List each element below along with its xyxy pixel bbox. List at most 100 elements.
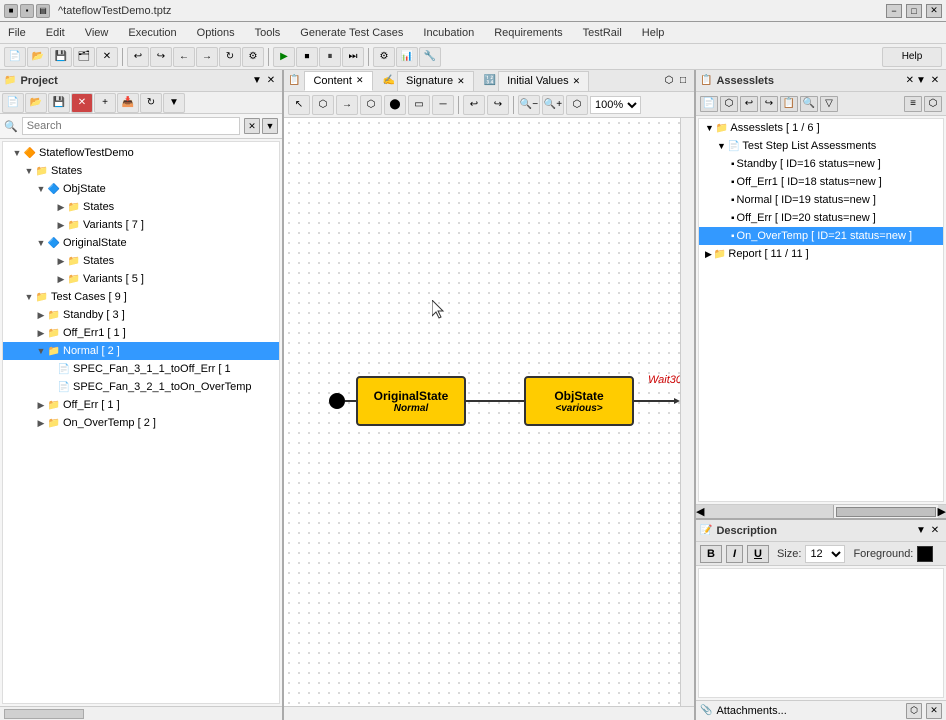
canvas-line[interactable]: ─: [432, 95, 454, 115]
back-button[interactable]: ←: [173, 47, 195, 67]
toggle-states2[interactable]: ▶: [55, 201, 67, 213]
menu-execution[interactable]: Execution: [124, 25, 180, 41]
tree-item-originalstate[interactable]: ▼ 🔷 OriginalState: [3, 234, 279, 252]
tree-item-on-overtemp[interactable]: ▶ 📁 On_OverTemp [ 2 ]: [3, 414, 279, 432]
menu-help[interactable]: Help: [638, 25, 669, 41]
foreground-color-box[interactable]: [917, 546, 933, 562]
tree-item-standby[interactable]: ▶ 📁 Standby [ 3 ]: [3, 306, 279, 324]
rp-btn-6[interactable]: 🔍: [800, 96, 818, 112]
save-button[interactable]: 💾: [50, 47, 72, 67]
toggle-variants1[interactable]: ▶: [55, 219, 67, 231]
search-options[interactable]: ▼: [262, 118, 278, 134]
font-size-select[interactable]: 12 8 10 14 16: [805, 545, 845, 563]
tab-signature[interactable]: Signature ✕: [397, 71, 474, 91]
menu-file[interactable]: File: [4, 25, 30, 41]
tree-item-states3[interactable]: ▶ 📁 States: [3, 252, 279, 270]
lp-import[interactable]: 📥: [117, 93, 139, 113]
hscroll-thumb[interactable]: [4, 709, 84, 719]
menu-requirements[interactable]: Requirements: [490, 25, 566, 41]
tree-item-variants1[interactable]: ▶ 📁 Variants [ 7 ]: [3, 216, 279, 234]
canvas-link[interactable]: ⬡: [360, 95, 382, 115]
left-panel-hscroll[interactable]: [0, 706, 282, 720]
toggle-teststep[interactable]: ▼: [717, 141, 726, 151]
canvas-copy[interactable]: ⬡: [312, 95, 334, 115]
center-float-btn[interactable]: □: [676, 74, 690, 88]
new-button[interactable]: 📄: [4, 47, 26, 67]
assesslets-menu[interactable]: ▼: [914, 74, 928, 88]
tree-item-spec2[interactable]: 📄 SPEC_Fan_3_2_1_toOn_OverTemp: [3, 378, 279, 396]
rp-btn-filter[interactable]: ▽: [820, 96, 838, 112]
canvas-rect[interactable]: ▭: [408, 95, 430, 115]
tree-item-root[interactable]: ▼ 🔶 StateflowTestDemo: [3, 144, 279, 162]
redo-button[interactable]: ↪: [150, 47, 172, 67]
toggle-root[interactable]: ▼: [11, 147, 23, 159]
lp-open[interactable]: 📂: [25, 93, 47, 113]
forward-button[interactable]: →: [196, 47, 218, 67]
assesslets-hscroll-left[interactable]: ◀: [696, 505, 834, 518]
assesslets-hscroll-thumb[interactable]: [836, 507, 936, 517]
save-all-button[interactable]: 🗂: [73, 47, 95, 67]
center-expand-btn[interactable]: ⬡: [662, 74, 676, 88]
stop-button[interactable]: ⏹: [296, 47, 318, 67]
toggle-off-err1[interactable]: ▶: [35, 327, 47, 339]
menu-testrail[interactable]: TestRail: [579, 25, 626, 41]
rp-btn-3[interactable]: ↩: [740, 96, 758, 112]
rp-btn-2[interactable]: ⬡: [720, 96, 738, 112]
tree-item-states[interactable]: ▼ 📁 States: [3, 162, 279, 180]
rp-btn-4[interactable]: ↪: [760, 96, 778, 112]
project-panel-menu[interactable]: ▼: [250, 74, 264, 88]
tab-content-close[interactable]: ✕: [356, 75, 364, 86]
canvas-zoom-in[interactable]: 🔍+: [542, 95, 564, 115]
step-button[interactable]: ⏭: [342, 47, 364, 67]
extra-btn-2[interactable]: 📊: [396, 47, 418, 67]
tree-item-testcases[interactable]: ▼ 📁 Test Cases [ 9 ]: [3, 288, 279, 306]
toggle-variants2[interactable]: ▶: [55, 273, 67, 285]
tree-item-objstate[interactable]: ▼ 🔷 ObjState: [3, 180, 279, 198]
rp-btn-more[interactable]: ≡: [904, 96, 922, 112]
menu-generate[interactable]: Generate Test Cases: [296, 25, 407, 41]
toggle-off-err[interactable]: ▶: [35, 399, 47, 411]
toggle-normal[interactable]: ▼: [35, 345, 47, 357]
help-button[interactable]: Help: [882, 47, 942, 67]
assesslets-close[interactable]: ✕: [928, 74, 942, 88]
lp-delete[interactable]: ✕: [71, 93, 93, 113]
tree-item-off-err1[interactable]: ▶ 📁 Off_Err1 [ 1 ]: [3, 324, 279, 342]
assesslets-item-on-overtemp-a[interactable]: ▪ On_OverTemp [ ID=21 status=new ]: [699, 227, 943, 245]
close-file-button[interactable]: ✕: [96, 47, 118, 67]
attachments-close[interactable]: ✕: [926, 703, 942, 719]
toggle-standby[interactable]: ▶: [35, 309, 47, 321]
tree-item-off-err[interactable]: ▶ 📁 Off_Err [ 1 ]: [3, 396, 279, 414]
assesslets-hscroll[interactable]: ◀ ▶: [696, 504, 946, 518]
toggle-testcases[interactable]: ▼: [23, 291, 35, 303]
assesslets-hscroll-right[interactable]: ▶: [938, 505, 946, 518]
description-menu[interactable]: ▼: [914, 524, 928, 538]
rp-btn-5[interactable]: 📋: [780, 96, 798, 112]
rp-btn-expand[interactable]: ⬡: [924, 96, 942, 112]
maximize-button[interactable]: □: [906, 4, 922, 18]
canvas-hscroll[interactable]: [284, 706, 694, 720]
search-clear[interactable]: ✕: [244, 118, 260, 134]
close-button[interactable]: ✕: [926, 4, 942, 18]
undo-button[interactable]: ↩: [127, 47, 149, 67]
project-panel-close[interactable]: ✕: [264, 74, 278, 88]
lp-add[interactable]: +: [94, 93, 116, 113]
tree-item-normal[interactable]: ▼ 📁 Normal [ 2 ]: [3, 342, 279, 360]
bold-button[interactable]: B: [700, 545, 722, 563]
canvas-redo[interactable]: ↪: [487, 95, 509, 115]
extra-btn-1[interactable]: ⚙: [373, 47, 395, 67]
minimize-button[interactable]: −: [886, 4, 902, 18]
open-button[interactable]: 📂: [27, 47, 49, 67]
toggle-originalstate[interactable]: ▼: [35, 237, 47, 249]
description-content[interactable]: [698, 568, 944, 698]
menu-view[interactable]: View: [81, 25, 113, 41]
assesslets-item-root[interactable]: ▼ 📁 Assesslets [ 1 / 6 ]: [699, 119, 943, 137]
tab-content[interactable]: Content ✕: [304, 71, 372, 91]
assesslets-item-off-err1-a[interactable]: ▪ Off_Err1 [ ID=18 status=new ]: [699, 173, 943, 191]
pause-button[interactable]: ⏸: [319, 47, 341, 67]
sync-button[interactable]: ⚙: [242, 47, 264, 67]
italic-button[interactable]: I: [726, 545, 743, 563]
menu-edit[interactable]: Edit: [42, 25, 69, 41]
underline-button[interactable]: U: [747, 545, 769, 563]
menu-incubation[interactable]: Incubation: [419, 25, 478, 41]
tree-item-variants2[interactable]: ▶ 📁 Variants [ 5 ]: [3, 270, 279, 288]
